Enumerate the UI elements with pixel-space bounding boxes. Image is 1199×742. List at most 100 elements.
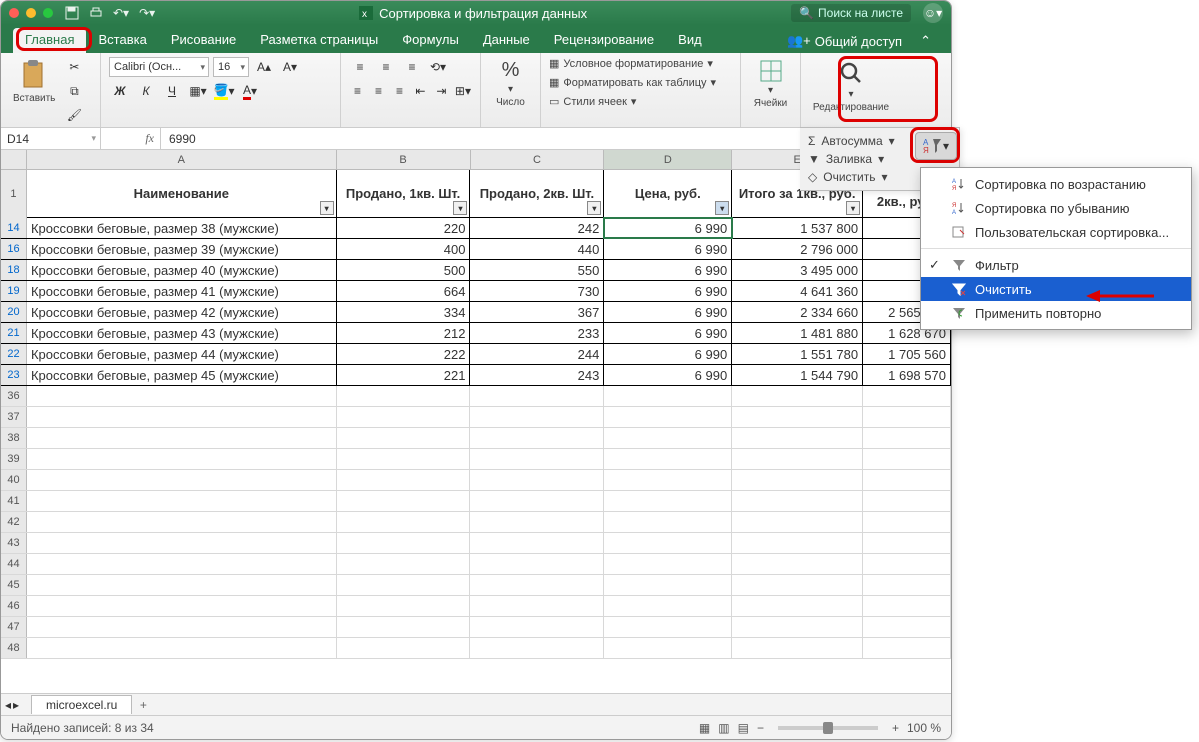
view-break-icon[interactable]: ▤ <box>738 721 749 735</box>
name-box[interactable]: D14 <box>1 128 101 149</box>
cell[interactable] <box>604 575 732 595</box>
row-header[interactable]: 21 <box>1 323 27 343</box>
cell[interactable] <box>337 575 471 595</box>
cell[interactable]: 212 <box>337 323 471 343</box>
tab-review[interactable]: Рецензирование <box>542 28 666 53</box>
cell[interactable]: Кроссовки беговые, размер 42 (мужские) <box>27 302 337 322</box>
cell[interactable] <box>470 428 604 448</box>
tab-data[interactable]: Данные <box>471 28 542 53</box>
tab-layout[interactable]: Разметка страницы <box>248 28 390 53</box>
cell[interactable]: 1 481 880 <box>732 323 863 343</box>
conditional-formatting-button[interactable]: ▦ Условное форматирование ▾ <box>549 57 732 70</box>
row-header[interactable]: 22 <box>1 344 27 364</box>
cell[interactable] <box>470 407 604 427</box>
cell[interactable]: Кроссовки беговые, размер 40 (мужские) <box>27 260 337 280</box>
borders-icon[interactable]: ▦▾ <box>187 81 209 101</box>
cell[interactable] <box>863 470 951 490</box>
cell[interactable] <box>27 575 337 595</box>
cell[interactable]: 730 <box>470 281 604 301</box>
menu-filter[interactable]: ✓Фильтр <box>921 253 1191 277</box>
row-header[interactable]: 42 <box>1 512 27 532</box>
row-header[interactable]: 37 <box>1 407 27 427</box>
cell[interactable] <box>27 596 337 616</box>
window-maximize-icon[interactable] <box>43 8 53 18</box>
view-page-icon[interactable]: ▥ <box>718 721 729 735</box>
format-painter-icon[interactable]: 🖌 <box>63 105 85 125</box>
select-all-corner[interactable] <box>1 150 27 169</box>
cell[interactable]: 1 544 790 <box>732 365 863 385</box>
cells-button[interactable]: ▾ Ячейки <box>749 57 792 111</box>
wrap-merge-icon[interactable]: ⊞▾ <box>454 81 472 101</box>
cell[interactable] <box>863 533 951 553</box>
filter-active-icon[interactable]: ▾ <box>715 201 729 215</box>
cell[interactable] <box>732 554 863 574</box>
cell[interactable]: 6 990 <box>604 365 732 385</box>
spreadsheet-grid[interactable]: A B C D E F 1 Наименование▾ Продано, 1кв… <box>1 150 951 715</box>
row-header[interactable]: 44 <box>1 554 27 574</box>
cell[interactable]: Кроссовки беговые, размер 41 (мужские) <box>27 281 337 301</box>
cell[interactable] <box>863 428 951 448</box>
filter-dropdown-icon[interactable]: ▾ <box>587 201 601 215</box>
cell[interactable] <box>470 512 604 532</box>
cell[interactable] <box>863 575 951 595</box>
cell[interactable]: 244 <box>470 344 604 364</box>
cell[interactable]: 3 495 000 <box>732 260 863 280</box>
align-right-icon[interactable]: ≡ <box>391 81 408 101</box>
cell[interactable]: 550 <box>470 260 604 280</box>
row-header[interactable]: 1 <box>1 170 27 218</box>
cell[interactable] <box>732 491 863 511</box>
cell[interactable] <box>337 407 471 427</box>
cell[interactable] <box>604 533 732 553</box>
collapse-ribbon-icon[interactable]: ⌃ <box>912 29 939 53</box>
cell[interactable] <box>604 449 732 469</box>
cell[interactable] <box>863 491 951 511</box>
undo-icon[interactable]: ↶▾ <box>113 6 129 20</box>
row-header[interactable]: 36 <box>1 386 27 406</box>
cell[interactable] <box>863 596 951 616</box>
cell[interactable] <box>470 617 604 637</box>
copy-icon[interactable]: ⧉ <box>63 81 85 101</box>
cell[interactable] <box>604 554 732 574</box>
cell[interactable]: 2 334 660 <box>732 302 863 322</box>
filter-dropdown-icon[interactable]: ▾ <box>320 201 334 215</box>
cell[interactable]: 4 641 360 <box>732 281 863 301</box>
cell[interactable] <box>337 638 471 658</box>
font-name-combo[interactable]: Calibri (Осн... <box>109 57 209 77</box>
cell[interactable] <box>337 470 471 490</box>
cell[interactable] <box>27 533 337 553</box>
cell[interactable]: Кроссовки беговые, размер 38 (мужские) <box>27 218 337 238</box>
cell[interactable] <box>732 512 863 532</box>
cell[interactable] <box>604 470 732 490</box>
cell[interactable] <box>337 533 471 553</box>
row-header[interactable]: 40 <box>1 470 27 490</box>
sheet-tab[interactable]: microexcel.ru <box>31 695 132 714</box>
cell[interactable] <box>604 386 732 406</box>
cell[interactable] <box>604 638 732 658</box>
cell[interactable] <box>863 407 951 427</box>
cell[interactable] <box>337 617 471 637</box>
cell[interactable] <box>27 470 337 490</box>
cell[interactable] <box>27 407 337 427</box>
cell[interactable]: 6 990 <box>604 281 732 301</box>
bold-button[interactable]: Ж <box>109 81 131 101</box>
cell[interactable] <box>732 449 863 469</box>
cell[interactable] <box>604 428 732 448</box>
cell[interactable] <box>732 575 863 595</box>
search-box[interactable]: 🔍 Поиск на листе <box>791 4 911 22</box>
cell[interactable] <box>470 554 604 574</box>
orientation-icon[interactable]: ⟲▾ <box>427 57 449 77</box>
cell-styles-button[interactable]: ▭ Стили ячеек ▾ <box>549 95 732 108</box>
add-sheet-icon[interactable]: + <box>132 698 154 712</box>
menu-sort-asc[interactable]: АЯСортировка по возрастанию <box>921 172 1191 196</box>
row-header[interactable]: 38 <box>1 428 27 448</box>
cell[interactable] <box>863 449 951 469</box>
row-header[interactable]: 43 <box>1 533 27 553</box>
cell[interactable] <box>27 449 337 469</box>
col-header[interactable]: C <box>471 150 605 169</box>
user-avatar[interactable]: ☺▾ <box>923 3 943 23</box>
cell[interactable] <box>337 386 471 406</box>
cell[interactable] <box>732 596 863 616</box>
cell[interactable]: 6 990 <box>604 302 732 322</box>
tab-view[interactable]: Вид <box>666 28 714 53</box>
font-color-icon[interactable]: A▾ <box>239 81 261 101</box>
